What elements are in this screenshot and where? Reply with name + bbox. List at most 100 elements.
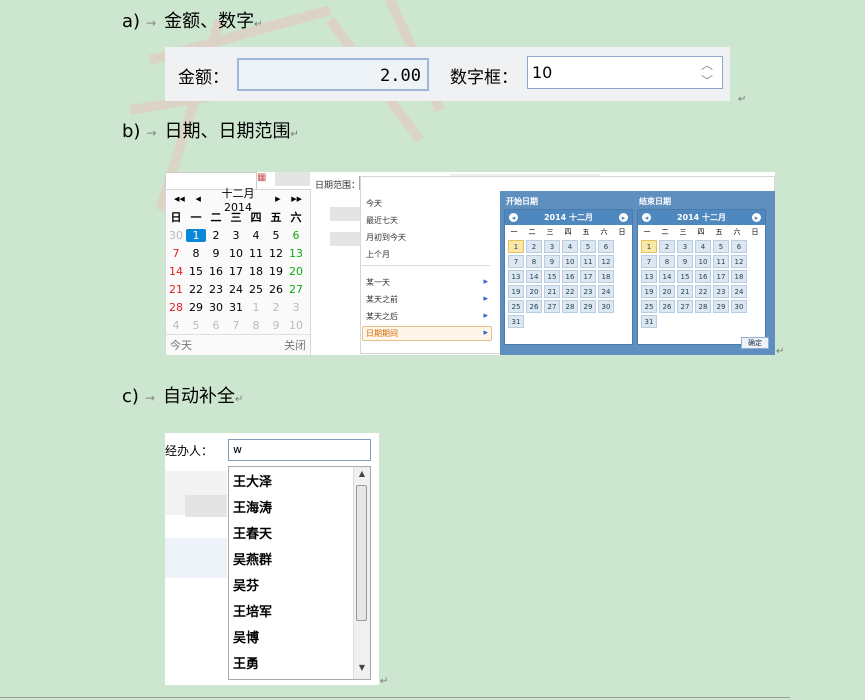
range-day[interactable]: 14 bbox=[659, 270, 675, 283]
calendar-day[interactable]: 3 bbox=[286, 301, 306, 314]
autocomplete-option[interactable]: 吴芬 bbox=[233, 575, 259, 594]
handler-input[interactable]: w bbox=[228, 439, 371, 461]
range-day[interactable]: 26 bbox=[659, 300, 675, 313]
range-day[interactable]: 14 bbox=[526, 270, 542, 283]
calendar-day[interactable]: 5 bbox=[266, 229, 286, 242]
calendar-day[interactable]: 9 bbox=[266, 319, 286, 332]
calendar-day[interactable]: 21 bbox=[166, 283, 186, 296]
range-day[interactable]: 22 bbox=[695, 285, 711, 298]
range-day[interactable]: 22 bbox=[562, 285, 578, 298]
range-day[interactable]: 23 bbox=[580, 285, 596, 298]
range-day[interactable]: 10 bbox=[562, 255, 578, 268]
range-day[interactable]: 11 bbox=[580, 255, 596, 268]
calendar-day[interactable]: 16 bbox=[206, 265, 226, 278]
range-day[interactable]: 5 bbox=[713, 240, 729, 253]
calendar-day[interactable]: 6 bbox=[206, 319, 226, 332]
range-day[interactable]: 21 bbox=[677, 285, 693, 298]
calendar-day[interactable]: 30 bbox=[206, 301, 226, 314]
calendar-day[interactable]: 27 bbox=[286, 283, 306, 296]
scrollbar[interactable]: ▲ ▼ bbox=[353, 467, 370, 679]
autocomplete-option[interactable]: 吴燕群 bbox=[233, 549, 272, 568]
scroll-down-icon[interactable]: ▼ bbox=[354, 663, 370, 677]
range-day[interactable]: 24 bbox=[731, 285, 747, 298]
range-day[interactable]: 27 bbox=[677, 300, 693, 313]
range-day[interactable]: 18 bbox=[598, 270, 614, 283]
range-day[interactable]: 4 bbox=[695, 240, 711, 253]
autocomplete-option[interactable]: 王春天 bbox=[233, 523, 272, 542]
range-day[interactable]: 2 bbox=[526, 240, 542, 253]
calendar-day[interactable]: 2 bbox=[206, 229, 226, 242]
calendar-day[interactable]: 6 bbox=[286, 229, 306, 242]
range-day[interactable]: 30 bbox=[731, 300, 747, 313]
quick-option[interactable]: 今天 bbox=[366, 198, 382, 209]
range-day[interactable]: 31 bbox=[641, 315, 657, 328]
range-day[interactable]: 11 bbox=[713, 255, 729, 268]
scroll-up-icon[interactable]: ▲ bbox=[354, 469, 370, 483]
range-day[interactable]: 27 bbox=[544, 300, 560, 313]
calendar-day[interactable]: 17 bbox=[226, 265, 246, 278]
calendar-day[interactable]: 4 bbox=[166, 319, 186, 332]
quick-option[interactable]: 最近七天 bbox=[366, 215, 398, 226]
calendar-day[interactable]: 20 bbox=[286, 265, 306, 278]
range-day[interactable]: 3 bbox=[677, 240, 693, 253]
autocomplete-option[interactable]: 吴博 bbox=[233, 627, 259, 646]
range-day[interactable]: 7 bbox=[641, 255, 657, 268]
range-day[interactable]: 4 bbox=[562, 240, 578, 253]
range-day[interactable]: 9 bbox=[544, 255, 560, 268]
scrollbar-thumb[interactable] bbox=[356, 485, 367, 621]
calendar-day[interactable]: 25 bbox=[246, 283, 266, 296]
range-day[interactable]: 16 bbox=[695, 270, 711, 283]
range-day[interactable]: 24 bbox=[598, 285, 614, 298]
calendar-day[interactable]: 19 bbox=[266, 265, 286, 278]
range-day[interactable]: 1 bbox=[641, 240, 657, 253]
quick-option[interactable]: 某天之前 bbox=[366, 294, 398, 305]
range-day[interactable]: 10 bbox=[695, 255, 711, 268]
calendar-day[interactable]: 26 bbox=[266, 283, 286, 296]
calendar-day[interactable]: 10 bbox=[286, 319, 306, 332]
autocomplete-option[interactable]: 王培军 bbox=[233, 601, 272, 620]
range-day[interactable]: 9 bbox=[677, 255, 693, 268]
range-day[interactable]: 5 bbox=[580, 240, 596, 253]
calendar-day[interactable]: 24 bbox=[226, 283, 246, 296]
prev-year-button[interactable]: ◀◀ bbox=[170, 195, 189, 203]
calendar-day[interactable]: 10 bbox=[226, 247, 246, 260]
spin-up-icon[interactable]: ︿ bbox=[692, 57, 722, 73]
autocomplete-option[interactable]: 王海涛 bbox=[233, 497, 272, 516]
range-day[interactable]: 13 bbox=[641, 270, 657, 283]
calendar-day[interactable]: 13 bbox=[286, 247, 306, 260]
calendar-day[interactable]: 30 bbox=[166, 229, 186, 242]
range-day[interactable]: 1 bbox=[508, 240, 524, 253]
calendar-day[interactable]: 22 bbox=[186, 283, 206, 296]
calendar-day[interactable]: 5 bbox=[186, 319, 206, 332]
quick-option-selected[interactable]: 日期期间 bbox=[366, 328, 398, 339]
calendar-day[interactable]: 28 bbox=[166, 301, 186, 314]
range-day[interactable]: 28 bbox=[562, 300, 578, 313]
calendar-day[interactable]: 7 bbox=[226, 319, 246, 332]
calendar-day[interactable]: 12 bbox=[266, 247, 286, 260]
spin-down-icon[interactable]: ﹀ bbox=[692, 73, 722, 89]
money-input[interactable]: 2.00 bbox=[237, 58, 429, 91]
range-day[interactable]: 6 bbox=[598, 240, 614, 253]
range-day[interactable]: 8 bbox=[526, 255, 542, 268]
range-day[interactable]: 2 bbox=[659, 240, 675, 253]
quick-option[interactable]: 某一天 bbox=[366, 277, 390, 288]
calendar-day[interactable]: 18 bbox=[246, 265, 266, 278]
range-day[interactable]: 28 bbox=[695, 300, 711, 313]
prev-arrow-icon[interactable]: ◂ bbox=[509, 213, 518, 222]
range-day[interactable]: 12 bbox=[731, 255, 747, 268]
calendar-day[interactable]: 15 bbox=[186, 265, 206, 278]
calendar-day[interactable]: 23 bbox=[206, 283, 226, 296]
number-input[interactable]: 10 ︿ ﹀ bbox=[527, 56, 723, 89]
quick-option[interactable]: 某天之后 bbox=[366, 311, 398, 322]
range-day[interactable]: 6 bbox=[731, 240, 747, 253]
calendar-icon[interactable]: ▦ bbox=[257, 172, 266, 183]
calendar-day[interactable]: 8 bbox=[186, 247, 206, 260]
range-day[interactable]: 12 bbox=[598, 255, 614, 268]
range-day[interactable]: 15 bbox=[677, 270, 693, 283]
range-day[interactable]: 3 bbox=[544, 240, 560, 253]
quick-option[interactable]: 月初到今天 bbox=[366, 232, 406, 243]
calendar-day[interactable]: 1 bbox=[246, 301, 266, 314]
range-day[interactable]: 26 bbox=[526, 300, 542, 313]
calendar-day[interactable]: 3 bbox=[226, 229, 246, 242]
today-button[interactable]: 今天 bbox=[170, 337, 192, 353]
